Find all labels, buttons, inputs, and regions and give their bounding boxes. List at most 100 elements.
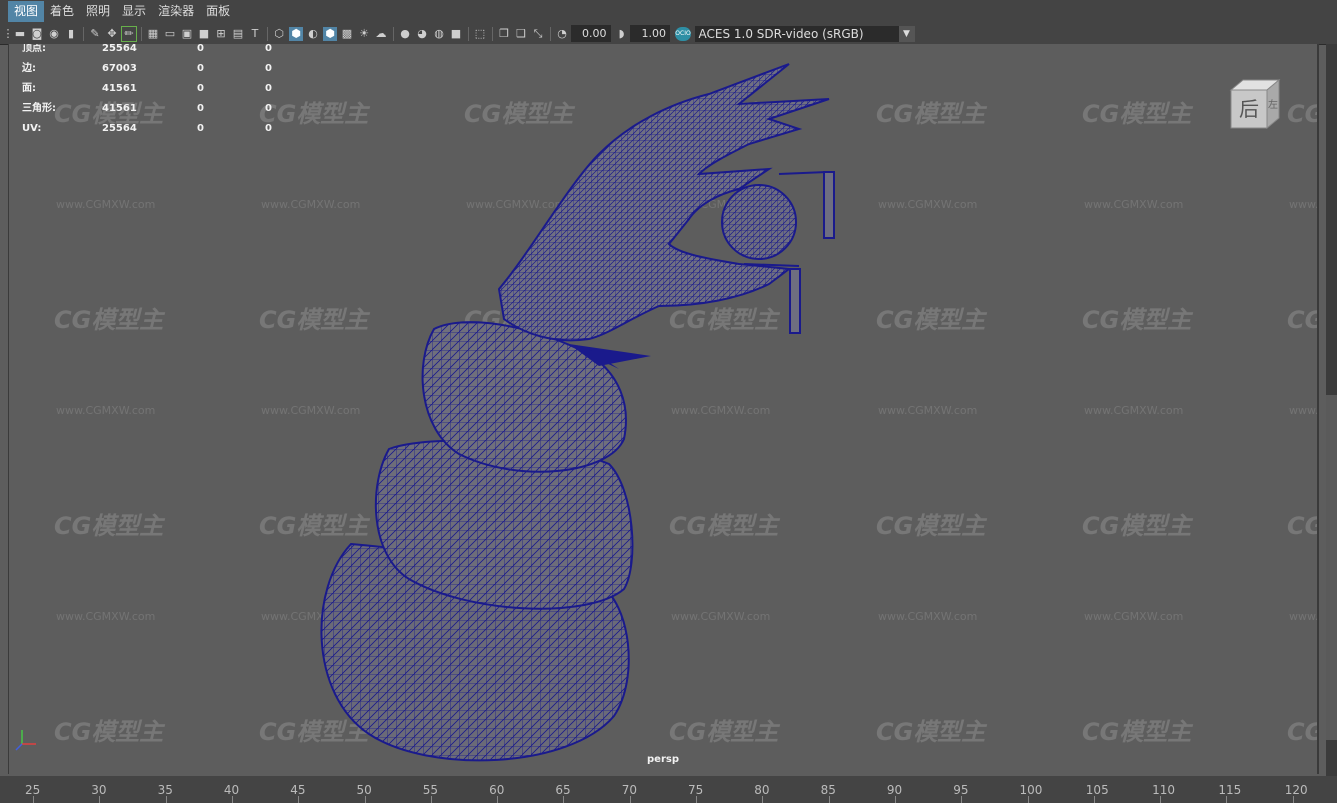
camera-attributes-icon[interactable]: ◙ xyxy=(30,27,44,41)
ruler-tick xyxy=(298,796,300,803)
panel-toolbar: ⋮ ▬ ◙ ◉ ▮ ✎ ✥ ✏ ▦ ▭ ▣ ■ ⊞ ▤ T ⬡ ⬢ ◐ ⬢ ▩ … xyxy=(0,23,1337,45)
view-transform-label: ACES 1.0 SDR-video (sRGB) xyxy=(698,26,864,41)
ruler-tick-label: 65 xyxy=(555,783,571,797)
gamma-field[interactable] xyxy=(630,25,670,42)
exposure-field[interactable] xyxy=(570,25,611,42)
depth-of-field-icon[interactable]: ■ xyxy=(449,27,463,41)
hud-row-faces: 面: 41561 0 0 xyxy=(22,83,272,94)
ruler-tick xyxy=(231,796,233,803)
axis-z xyxy=(15,743,23,751)
select-camera-icon[interactable]: ▬ xyxy=(13,27,27,41)
menu-lighting[interactable]: 照明 xyxy=(80,1,116,22)
hud-row-edges: 边: 67003 0 0 xyxy=(22,63,272,74)
wireframe-model xyxy=(320,63,835,762)
hud-row-vertices: 顶点: 25564 0 0 xyxy=(22,44,272,54)
camera-name-label: persp xyxy=(647,754,679,765)
axis-gizmo xyxy=(15,730,36,751)
ruler-tick-label: 30 xyxy=(91,783,107,797)
toolbar-separator xyxy=(549,26,551,41)
ruler-tick-label: 95 xyxy=(953,783,969,797)
ruler-tick xyxy=(629,796,631,803)
chevron-down-icon: ▼ xyxy=(898,25,915,42)
motion-blur-icon[interactable]: ◕ xyxy=(415,27,429,41)
exposure-icon[interactable]: ◔ xyxy=(555,27,569,41)
menu-view[interactable]: 视图 xyxy=(8,1,45,22)
wireframe-on-shaded-icon[interactable]: ⬢ xyxy=(323,26,337,41)
ruler-tick-label: 120 xyxy=(1284,783,1308,797)
view-transform-dropdown[interactable]: ACES 1.0 SDR-video (sRGB) ▼ xyxy=(694,25,915,42)
ruler-tick xyxy=(497,796,499,803)
ruler-tick xyxy=(1226,796,1228,803)
ruler-tick-label: 85 xyxy=(820,783,836,797)
poly-count-hud: 顶点: 25564 0 0 边: 67003 0 0 面: 41561 0 0 … xyxy=(22,44,295,144)
hud-row-uvs: UV: 25564 0 0 xyxy=(22,123,272,134)
toolbar-separator xyxy=(467,26,469,41)
ruler-tick-label: 70 xyxy=(621,783,637,797)
safe-action-icon[interactable]: ▤ xyxy=(231,27,245,41)
ruler-tick-label: 105 xyxy=(1085,783,1109,797)
gate-mask-icon[interactable]: ■ xyxy=(197,27,211,41)
wireframe-icon[interactable]: ⬡ xyxy=(272,27,286,41)
use-default-material-icon[interactable]: ◐ xyxy=(306,27,320,41)
ruler-tick xyxy=(1160,796,1162,803)
gamma-icon[interactable]: ◗ xyxy=(615,27,629,41)
toolbar-separator xyxy=(392,26,394,41)
ruler-tick xyxy=(1093,796,1095,803)
menu-shading[interactable]: 着色 xyxy=(44,1,80,22)
smooth-shade-icon[interactable]: ⬢ xyxy=(289,26,303,41)
safe-title-icon[interactable]: T xyxy=(248,27,262,41)
ruler-tick-label: 50 xyxy=(356,783,372,797)
ruler-tick-label: 35 xyxy=(157,783,173,797)
time-slider-ruler[interactable]: 25 30 35 40 45 50 55 60 65 70 75 80 85 90 95 100 105 110 1… xyxy=(0,776,1337,803)
ruler-tick-label: 115 xyxy=(1218,783,1242,797)
image-plane-icon[interactable]: ✎ xyxy=(88,27,102,41)
right-scrollbar-thumb[interactable] xyxy=(1326,395,1337,740)
xray-joints-icon[interactable]: ⤡ xyxy=(531,27,545,41)
perspective-viewport[interactable]: CG模型主 www.CGMXW.com CG模型主 www.CGMXW.com CG模型… xyxy=(8,44,1319,774)
hud-row-triangles: 三角形: 41561 0 0 xyxy=(22,103,272,114)
ruler-tick xyxy=(430,796,432,803)
ruler-tick xyxy=(696,796,697,803)
menu-show[interactable]: 显示 xyxy=(116,1,152,22)
xray-active-components-icon[interactable]: ❑ xyxy=(514,27,528,41)
menu-panels[interactable]: 面板 xyxy=(200,1,236,22)
shadows-icon[interactable]: ☁ xyxy=(374,27,388,41)
ruler-tick xyxy=(99,796,101,803)
ruler-tick xyxy=(762,796,764,803)
ruler-tick-label: 55 xyxy=(422,783,439,797)
anti-aliasing-icon[interactable]: ◍ xyxy=(432,27,446,41)
tassel-left xyxy=(789,268,801,334)
ruler-tick xyxy=(961,796,963,803)
view-cube-face-label: 后 xyxy=(1239,97,1259,121)
panel-menu-bar: 视图 着色 照明 显示 渲染器 面板 xyxy=(0,0,1337,23)
bookmark-icon[interactable]: ▮ xyxy=(64,27,78,41)
toolbar-separator xyxy=(491,26,493,41)
menu-renderer[interactable]: 渲染器 xyxy=(152,1,200,22)
ruler-tick-label: 40 xyxy=(223,783,240,797)
color-management-icon[interactable]: OCIO xyxy=(675,26,691,41)
screen-space-ao-icon[interactable]: ● xyxy=(398,27,412,41)
ruler-tick xyxy=(1027,796,1029,803)
ruler-tick-label: 45 xyxy=(290,783,306,797)
film-gate-icon[interactable]: ▭ xyxy=(163,27,177,41)
grease-pencil-icon[interactable]: ✏ xyxy=(121,25,137,42)
toolbar-separator xyxy=(266,26,268,41)
ruler-tick-label: 90 xyxy=(886,783,903,797)
grid-icon[interactable]: ▦ xyxy=(146,27,160,41)
field-chart-icon[interactable]: ⊞ xyxy=(214,27,228,41)
ruler-tick-label: 25 xyxy=(25,783,41,797)
use-all-lights-icon[interactable]: ☀ xyxy=(357,27,371,41)
xray-icon[interactable]: ❐ xyxy=(497,27,511,41)
ruler-tick xyxy=(33,796,34,803)
resolution-gate-icon[interactable]: ▣ xyxy=(180,27,194,41)
ruler-tick-label: 110 xyxy=(1152,783,1175,797)
textured-icon[interactable]: ▩ xyxy=(340,27,354,41)
isolate-select-icon[interactable]: ⬚ xyxy=(473,27,487,41)
maya-viewport-window: 视图 着色 照明 显示 渲染器 面板 ⋮ ▬ ◙ ◉ ▮ ✎ ✥ ✏ ▦ ▭ ▣… xyxy=(0,0,1337,803)
ruler-tick-label: 60 xyxy=(489,783,505,797)
bookmarks-icon[interactable]: ◉ xyxy=(47,27,61,41)
view-cube[interactable]: 后 左 xyxy=(1227,76,1285,134)
toolbar-separator xyxy=(140,26,142,41)
ruler-tick xyxy=(364,796,366,803)
2d-pan-zoom-icon[interactable]: ✥ xyxy=(105,27,119,41)
